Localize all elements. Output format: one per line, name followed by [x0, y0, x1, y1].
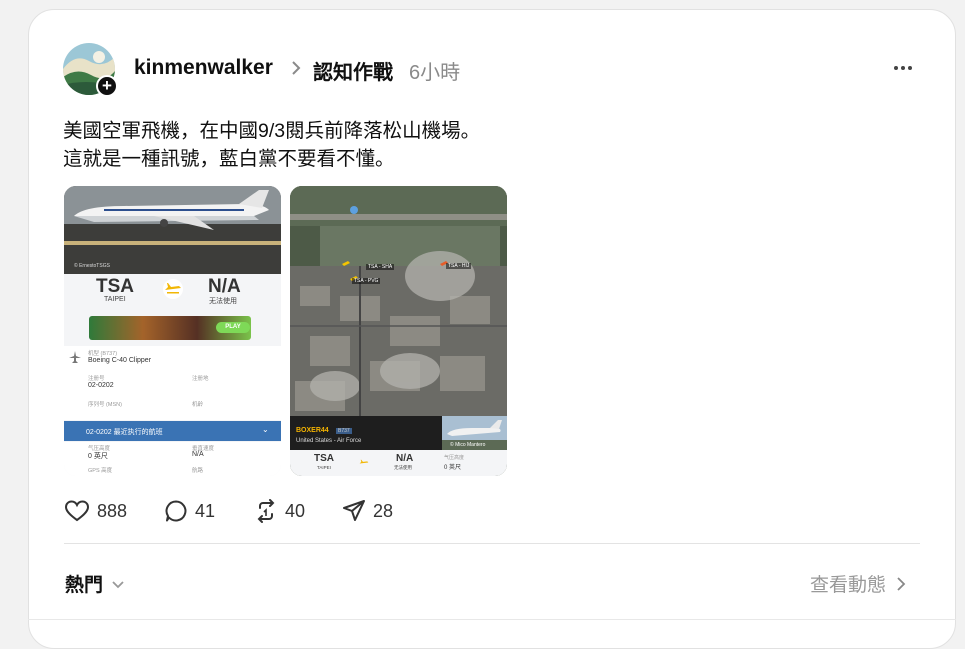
recent-flights-label: 02-0202 最近执行的航班	[86, 429, 163, 436]
username[interactable]: kinmenwalker	[134, 56, 273, 80]
bottom-divider	[28, 619, 956, 620]
track-label: 航路	[192, 468, 204, 474]
share-count: 28	[373, 500, 394, 521]
chevron-down-icon: ⌄	[262, 425, 269, 434]
chevron-down-icon	[112, 580, 124, 588]
aircraft-photo: © ErnestoTSGS	[64, 186, 281, 274]
photo-credit-2: © Mico Mantero	[450, 442, 486, 448]
comment-button[interactable]: 41	[164, 499, 215, 523]
origin-code-2: TSA	[314, 453, 334, 464]
divider	[64, 543, 920, 544]
aircraft-label: 机型 (B737)	[88, 351, 118, 357]
post-text-line-1: 美國空軍飛機，在中國9/3閱兵前降落松山機場。	[63, 120, 481, 142]
map-label-2: TSA - PVG	[352, 278, 381, 284]
dest-note-2: 无法使用	[394, 465, 412, 470]
repost-button[interactable]: 40	[254, 499, 305, 523]
alt-value: 0 英尺	[88, 453, 108, 460]
post-text: 美國空軍飛機，在中國9/3閱兵前降落松山機場。 這就是一種訊號，藍白黨不要看不懂…	[63, 117, 480, 173]
sort-dropdown[interactable]: 熱門	[65, 570, 125, 597]
follow-plus-icon[interactable]: +	[96, 75, 118, 97]
recent-flights-bar: 02-0202 最近执行的航班 ⌄	[64, 421, 281, 441]
post-text-line-2: 這就是一種訊號，藍白黨不要看不懂。	[63, 148, 395, 170]
aircraft-details: 机型 (B737) Boeing C-40 Clipper 注册号 02-020…	[64, 346, 281, 420]
origin-city-2: TAIPEI	[317, 465, 331, 470]
altitude-section: 气压高度 0 英尺 垂直速度 N/A GPS 高度 航路	[64, 442, 281, 476]
repost-count: 40	[285, 500, 306, 521]
sort-label: 熱門	[65, 575, 104, 596]
msn-label: 序列号 (MSN)	[88, 402, 122, 408]
aircraft-owner: United States - Air Force	[296, 438, 362, 444]
photo-credit: © ErnestoTSGS	[74, 263, 110, 269]
post-image-flight-map[interactable]: TSA - SHA TSA - PVG TSA - HIJ BOXER44 B7…	[290, 186, 507, 476]
map-label-3: TSA - HIJ	[446, 263, 472, 269]
plane-icon	[162, 278, 184, 305]
dest-code: N/A	[208, 276, 241, 297]
chevron-right-icon	[290, 59, 302, 82]
alt-value-2: 0 英尺	[444, 465, 462, 471]
chevron-right-icon	[897, 576, 906, 591]
like-button[interactable]: 888	[64, 499, 127, 523]
origin-city: TAIPEI	[104, 296, 126, 303]
topic-tag[interactable]: 認知作戰	[313, 56, 393, 85]
reg-label: 注册号	[88, 376, 105, 382]
route-panel-2: TSA TAIPEI N/A 无法使用 气压高度 0 英尺	[290, 450, 507, 476]
plane-icon-2	[358, 456, 370, 474]
airline-label: 机龄	[192, 402, 204, 408]
like-count: 888	[97, 500, 128, 521]
comment-icon	[165, 500, 187, 522]
more-options-icon[interactable]	[894, 66, 912, 70]
send-icon	[343, 500, 365, 521]
dest-note: 无法使用	[209, 298, 237, 305]
post-image-flight-info[interactable]: © ErnestoTSGS TSA TAIPEI N/A 无法使用 PLAY 机…	[64, 186, 281, 476]
callsign: BOXER44	[296, 427, 329, 434]
plane-outline-icon	[68, 350, 82, 369]
ad-play-button: PLAY	[216, 322, 250, 333]
alt-label-2: 气压高度	[444, 455, 465, 461]
map-label-1: TSA - SHA	[366, 264, 395, 270]
heart-icon	[64, 500, 90, 522]
post-time[interactable]: 6小時	[409, 56, 460, 85]
comment-count: 41	[195, 500, 216, 521]
repost-icon	[257, 499, 275, 523]
dest-code-2: N/A	[396, 453, 414, 464]
reg-value: 02-0202	[88, 382, 114, 389]
gps-label: GPS 高度	[88, 468, 113, 474]
share-button[interactable]: 28	[342, 499, 393, 523]
origin-code: TSA	[96, 276, 134, 297]
view-activity-label: 查看動態	[810, 575, 887, 596]
aircraft-name: Boeing C-40 Clipper	[88, 357, 152, 364]
type-badge: B737	[336, 428, 352, 434]
country-label: 注册地	[192, 376, 209, 382]
vs-value: N/A	[192, 451, 204, 458]
satellite-map	[290, 186, 507, 416]
view-activity-link[interactable]: 查看動態	[810, 570, 906, 597]
